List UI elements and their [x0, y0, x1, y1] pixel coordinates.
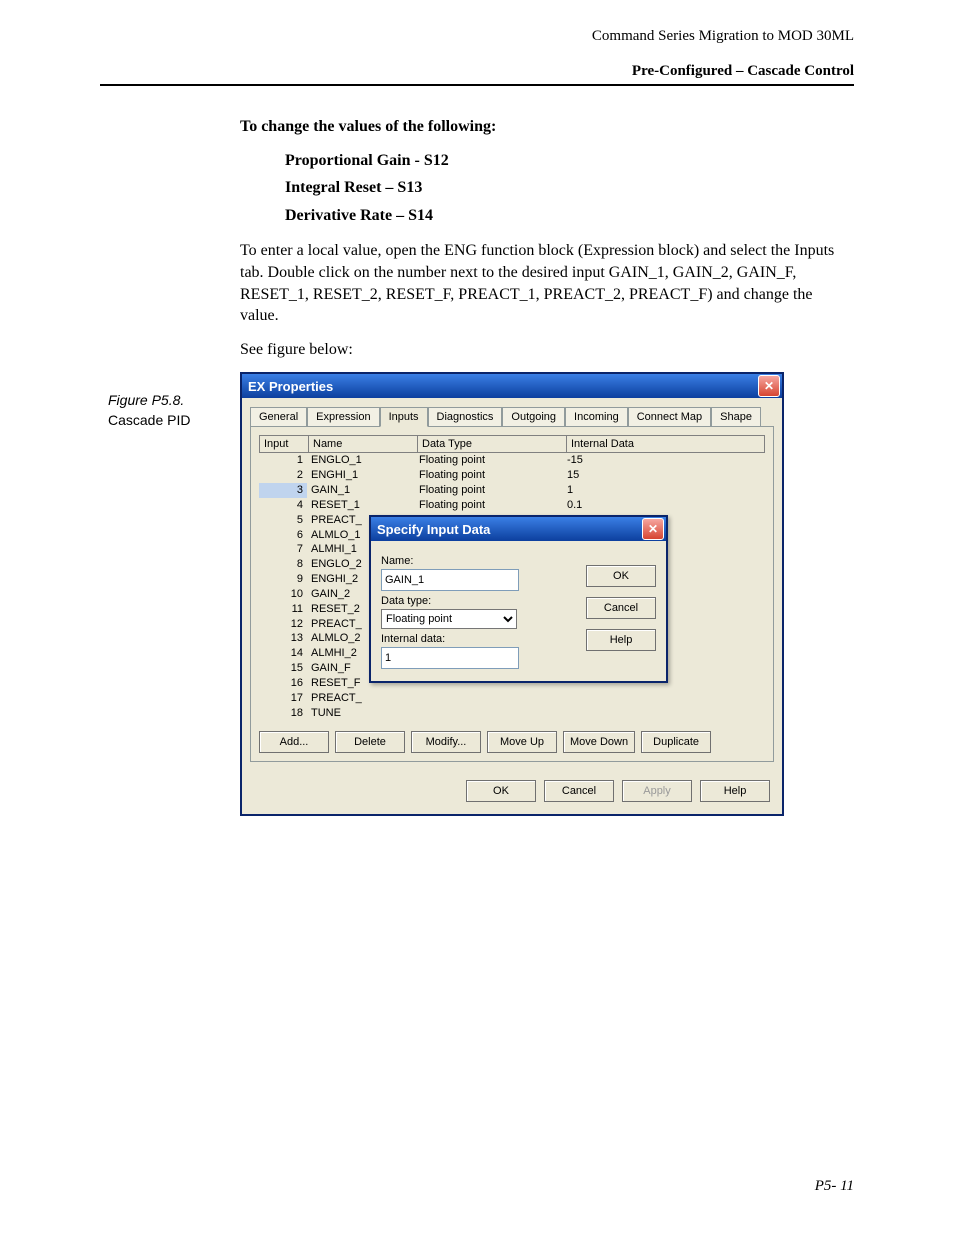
cell-name: ENGHI_1	[307, 468, 415, 483]
cell-name: ENGLO_1	[307, 453, 415, 468]
window-title: EX Properties	[248, 379, 333, 394]
inner-help-button[interactable]: Help	[586, 629, 656, 651]
cell-type: Floating point	[415, 498, 563, 513]
tab-incoming[interactable]: Incoming	[565, 407, 628, 427]
tab-inputs[interactable]: Inputs	[380, 407, 428, 427]
cell-type: Floating point	[415, 483, 563, 498]
internal-data-label: Internal data:	[381, 633, 576, 645]
doc-header-title: Command Series Migration to MOD 30ML	[100, 28, 854, 45]
name-label: Name:	[381, 555, 576, 567]
table-row[interactable]: 4RESET_1Floating point0.1	[259, 498, 765, 513]
lead-text: To change the values of the following:	[240, 116, 854, 138]
inner-ok-button[interactable]: OK	[586, 565, 656, 587]
param-item: Proportional Gain - S12	[285, 150, 854, 172]
table-row[interactable]: 18TUNE	[259, 706, 765, 721]
cell-index: 3	[259, 483, 307, 498]
header-rule	[100, 84, 854, 86]
grid-header: Input Name Data Type Internal Data	[259, 435, 765, 453]
add--button[interactable]: Add...	[259, 731, 329, 753]
tab-connect-map[interactable]: Connect Map	[628, 407, 711, 427]
table-row[interactable]: 3GAIN_1Floating point1	[259, 483, 765, 498]
dialog-footer: OK Cancel Apply Help	[242, 770, 782, 814]
cell-data: 0.1	[563, 498, 711, 513]
cell-type	[415, 691, 563, 706]
header-type: Data Type	[418, 436, 567, 452]
internal-data-input[interactable]	[381, 647, 519, 669]
cell-index: 6	[259, 528, 307, 543]
tab-strip: GeneralExpressionInputsDiagnosticsOutgoi…	[242, 398, 782, 426]
cell-index: 10	[259, 587, 307, 602]
tab-general[interactable]: General	[250, 407, 307, 427]
cell-data: 15	[563, 468, 711, 483]
tab-shape[interactable]: Shape	[711, 407, 761, 427]
figure-caption: Cascade PID	[108, 412, 238, 428]
data-type-label: Data type:	[381, 595, 576, 607]
cell-index: 18	[259, 706, 307, 721]
header-name: Name	[309, 436, 418, 452]
name-input[interactable]	[381, 569, 519, 591]
cell-index: 4	[259, 498, 307, 513]
table-row[interactable]: 2ENGHI_1Floating point15	[259, 468, 765, 483]
cell-index: 8	[259, 557, 307, 572]
see-below: See figure below:	[240, 339, 854, 361]
cell-type	[415, 706, 563, 721]
figure-number: Figure P5.8.	[108, 392, 238, 408]
cell-index: 13	[259, 631, 307, 646]
cell-name: GAIN_1	[307, 483, 415, 498]
specify-input-dialog: Specify Input Data ✕ Name: Data type: Fl…	[369, 515, 668, 683]
header-data: Internal Data	[567, 436, 715, 452]
inner-cancel-button[interactable]: Cancel	[586, 597, 656, 619]
cell-index: 9	[259, 572, 307, 587]
cell-data	[563, 706, 711, 721]
data-type-select[interactable]: Floating point	[381, 609, 517, 629]
cell-data: -15	[563, 453, 711, 468]
cell-index: 1	[259, 453, 307, 468]
cell-index: 16	[259, 676, 307, 691]
duplicate-button[interactable]: Duplicate	[641, 731, 711, 753]
tab-expression[interactable]: Expression	[307, 407, 379, 427]
cell-name: PREACT_	[307, 691, 415, 706]
cell-index: 5	[259, 513, 307, 528]
cell-index: 14	[259, 646, 307, 661]
doc-header-section: Pre-Configured – Cascade Control	[100, 63, 854, 80]
help-button[interactable]: Help	[700, 780, 770, 802]
table-row[interactable]: 1ENGLO_1Floating point-15	[259, 453, 765, 468]
inner-titlebar[interactable]: Specify Input Data ✕	[371, 517, 666, 541]
inner-title: Specify Input Data	[377, 522, 490, 537]
ok-button[interactable]: OK	[466, 780, 536, 802]
cell-data	[563, 691, 711, 706]
modify--button[interactable]: Modify...	[411, 731, 481, 753]
cell-index: 2	[259, 468, 307, 483]
param-list: Proportional Gain - S12 Integral Reset –…	[285, 150, 854, 227]
tab-diagnostics[interactable]: Diagnostics	[428, 407, 503, 427]
window-titlebar[interactable]: EX Properties ✕	[242, 374, 782, 398]
cell-index: 11	[259, 602, 307, 617]
cell-index: 7	[259, 542, 307, 557]
cell-index: 15	[259, 661, 307, 676]
inputs-tab-pane: Input Name Data Type Internal Data 1ENGL…	[250, 426, 774, 761]
move-down-button[interactable]: Move Down	[563, 731, 635, 753]
cancel-button[interactable]: Cancel	[544, 780, 614, 802]
cell-type: Floating point	[415, 468, 563, 483]
grid-button-row: Add... Delete Modify... Move Up Move Down Dup…	[259, 731, 765, 753]
tab-outgoing[interactable]: Outgoing	[502, 407, 565, 427]
cell-index: 12	[259, 617, 307, 632]
cell-index: 17	[259, 691, 307, 706]
close-icon[interactable]: ✕	[642, 518, 664, 540]
cell-name: RESET_1	[307, 498, 415, 513]
move-up-button[interactable]: Move Up	[487, 731, 557, 753]
ex-properties-window: EX Properties ✕ GeneralExpressionInputsD…	[240, 372, 784, 815]
page-number: P5- 11	[815, 1178, 854, 1195]
cell-name: TUNE	[307, 706, 415, 721]
cell-type: Floating point	[415, 453, 563, 468]
delete-button[interactable]: Delete	[335, 731, 405, 753]
param-item: Derivative Rate – S14	[285, 205, 854, 227]
apply-button: Apply	[622, 780, 692, 802]
cell-data: 1	[563, 483, 711, 498]
table-row[interactable]: 17PREACT_	[259, 691, 765, 706]
param-item: Integral Reset – S13	[285, 177, 854, 199]
header-input: Input	[260, 436, 309, 452]
close-icon[interactable]: ✕	[758, 375, 780, 397]
instruction-paragraph: To enter a local value, open the ENG fun…	[240, 240, 854, 326]
